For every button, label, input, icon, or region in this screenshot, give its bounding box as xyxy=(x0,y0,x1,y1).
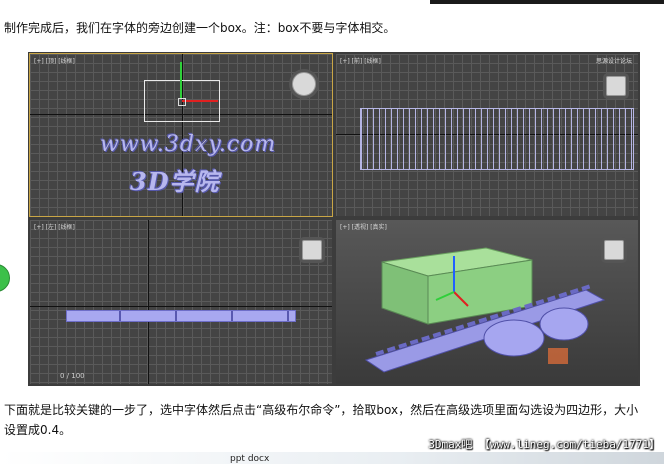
text-side-profile xyxy=(66,310,296,322)
instruction-paragraph-1: 制作完成后，我们在字体的旁边创建一个box。注：box不要与字体相交。 xyxy=(4,21,396,35)
gizmo-x-axis xyxy=(182,100,218,102)
viewport-perspective-label: [+] [透视] [真实] xyxy=(340,224,387,231)
viewcube-icon[interactable] xyxy=(302,240,322,260)
logo-stamp xyxy=(548,348,568,364)
watermark-name: 3D学院 xyxy=(130,167,220,196)
footer-watermark: 3Dmax吧 【www.lineg.com/tieba/1771】 xyxy=(428,438,660,451)
status-readout: 0 / 100 xyxy=(60,372,85,380)
max-viewports-screenshot: [+] [顶] [线框] www.3dxy.com 3D学院 [+] [前] [… xyxy=(28,52,640,386)
bottom-strip xyxy=(0,452,664,464)
instruction-paragraph-2: 下面就是比较关键的一步了，选中字体然后点击“高级布尔命令”，拾取box，然后在高… xyxy=(4,403,639,437)
viewport-top[interactable]: [+] [顶] [线框] www.3dxy.com 3D学院 xyxy=(29,53,333,217)
viewport-top-label: [+] [顶] [线框] xyxy=(34,58,75,65)
perspective-scene xyxy=(364,247,606,373)
side-float-button[interactable] xyxy=(0,264,10,292)
viewport-left[interactable]: [+] [左] [线框] 0 / 100 xyxy=(30,220,332,384)
gizmo-y-axis xyxy=(180,62,182,98)
viewport-perspective[interactable]: [+] [透视] [真实] xyxy=(336,220,638,384)
viewport-front-label: [+] [前] [线框] xyxy=(340,58,381,65)
top-dark-bar xyxy=(430,0,664,4)
viewcube-icon[interactable] xyxy=(606,76,626,96)
viewcube-icon[interactable] xyxy=(292,72,316,96)
watermark-url: www.3dxy.com xyxy=(100,132,277,157)
bottom-file-text: ppt docx xyxy=(230,454,270,464)
gizmo-center xyxy=(178,98,186,106)
forum-watermark: 思源设计论坛 xyxy=(595,58,632,65)
viewport-left-label: [+] [左] [线框] xyxy=(34,224,75,231)
text-wireframe-front xyxy=(360,108,634,170)
viewport-front[interactable]: [+] [前] [线框] 思源设计论坛 xyxy=(336,54,638,216)
